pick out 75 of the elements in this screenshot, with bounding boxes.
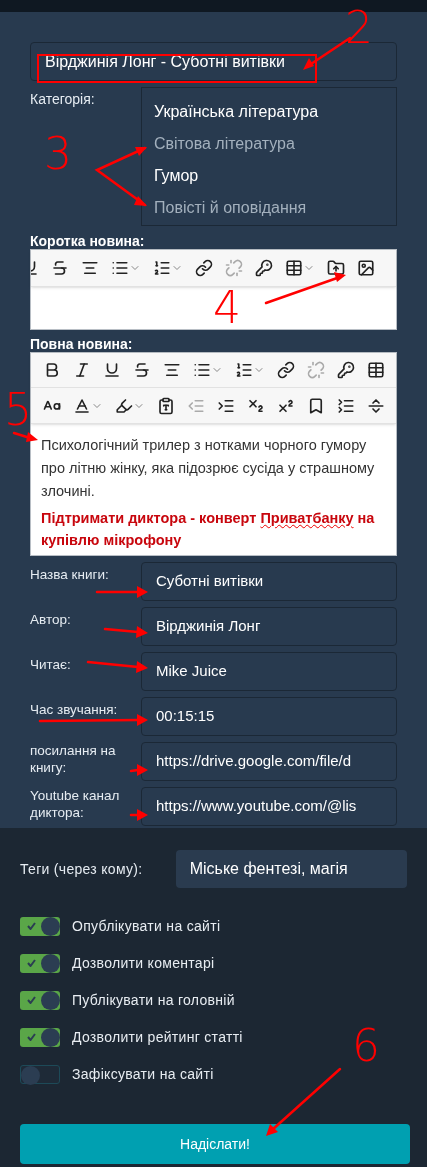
- annotation-arrow: [129, 809, 148, 821]
- align-center-icon[interactable]: [81, 259, 99, 277]
- check-icon: [27, 1033, 36, 1041]
- annotation-arrow: [86, 660, 148, 673]
- toggle-switch[interactable]: [20, 917, 60, 936]
- section-label: Повна новина:: [30, 336, 134, 352]
- support-paragraph: Підтримати диктора - конверт Приватбанку на купівлю мікрофону: [41, 509, 376, 550]
- field-label: Youtube канал диктора:: [30, 787, 121, 821]
- field-label: Категорія:: [30, 90, 95, 109]
- text-field[interactable]: Mike Juice: [141, 652, 397, 691]
- toggle-label: Опублікувати на сайті: [72, 917, 221, 936]
- field-label: Час звучання:: [30, 701, 118, 718]
- annotation-arrow: [95, 586, 148, 598]
- annotation-arrow: [103, 626, 148, 638]
- folder-upload-icon[interactable]: [327, 259, 345, 277]
- text-color-icon[interactable]: [73, 396, 91, 415]
- align-center-icon[interactable]: [163, 361, 181, 379]
- toggle-label: Дозволити рейтинг статті: [72, 1028, 243, 1047]
- annotation-number: 3: [44, 130, 72, 178]
- field-label: Назва книги:: [30, 566, 109, 583]
- text-field[interactable]: https://drive.google.com/file/d: [141, 742, 397, 781]
- category-option[interactable]: Світова література: [154, 128, 384, 160]
- check-icon: [27, 959, 36, 967]
- link-icon[interactable]: [277, 361, 295, 379]
- full-news-editor[interactable]: Психологічний трилер з нотками чорного гумору про літню жінку, яка підозрює сусіда у страшному злочині. Підтримати диктора - конверт Приватбанку на купівлю мікрофону: [30, 352, 397, 556]
- field-label: Теги (через кому):: [20, 859, 144, 879]
- key-icon[interactable]: [255, 259, 273, 277]
- numbered-list-icon[interactable]: [235, 361, 253, 379]
- toggle-switch[interactable]: [20, 954, 60, 973]
- news-paragraph: Психологічний трилер з нотками чорного гумору про літню жінку, яка підозрює сусіда у страшному злочині.: [41, 436, 376, 501]
- check-icon: [27, 922, 36, 930]
- bullet-list-icon[interactable]: [111, 259, 129, 277]
- image-icon[interactable]: [357, 259, 375, 277]
- page-break-icon[interactable]: [367, 396, 385, 415]
- field-label: Читає:: [30, 656, 71, 673]
- bullet-list-icon[interactable]: [193, 361, 211, 379]
- strikethrough-icon[interactable]: [51, 259, 69, 277]
- text-field[interactable]: Вірджинія Лонг: [141, 607, 397, 646]
- key-icon[interactable]: [337, 361, 355, 379]
- toggle-label: Зафіксувати на сайті: [72, 1065, 214, 1084]
- annotation-arrow: [94, 146, 147, 207]
- check-icon: [27, 996, 36, 1004]
- tags-field[interactable]: Міське фентезі, магія: [175, 850, 407, 888]
- italic-icon[interactable]: [73, 361, 91, 379]
- field-label: посилання на книгу:: [30, 742, 117, 776]
- text-field[interactable]: 00:15:15: [141, 697, 397, 736]
- list-collapse-icon[interactable]: [337, 396, 355, 415]
- annotation-arrow: [12, 431, 38, 442]
- annotation-number: 5: [4, 386, 32, 434]
- section-label: Коротка новина:: [30, 233, 146, 249]
- paste-text-icon[interactable]: [157, 396, 175, 415]
- link-icon[interactable]: [195, 259, 213, 277]
- text-field[interactable]: https://www.youtube.com/@lis: [141, 787, 397, 826]
- toggle-switch[interactable]: [20, 1065, 60, 1084]
- category-listbox[interactable]: Українська література Світова література Гумор Повісті й оповідання: [141, 87, 397, 226]
- numbered-list-icon[interactable]: [153, 259, 171, 277]
- text-field[interactable]: Суботні витівки: [141, 562, 397, 601]
- strikethrough-icon[interactable]: [133, 361, 151, 379]
- short-news-editor[interactable]: [30, 249, 397, 330]
- table-icon[interactable]: [367, 361, 385, 379]
- category-option[interactable]: Повісті й оповідання: [154, 192, 384, 224]
- table-icon[interactable]: [285, 259, 303, 277]
- toggle-label: Дозволити коментарі: [72, 954, 215, 973]
- toggle-switch[interactable]: [20, 1028, 60, 1047]
- underline-icon[interactable]: [103, 361, 121, 379]
- field-label: Автор:: [30, 611, 71, 628]
- annotation-arrow: [129, 764, 148, 776]
- category-option[interactable]: Українська література: [154, 96, 384, 128]
- annotation-number: 6: [352, 1022, 380, 1070]
- bookmark-icon[interactable]: [307, 396, 325, 415]
- highlighter-icon[interactable]: [115, 396, 133, 415]
- category-option[interactable]: Гумор: [154, 160, 384, 192]
- annotation-number: 4: [213, 284, 241, 332]
- toggle-label: Публікувати на головній: [72, 991, 235, 1010]
- toggle-switch[interactable]: [20, 991, 60, 1010]
